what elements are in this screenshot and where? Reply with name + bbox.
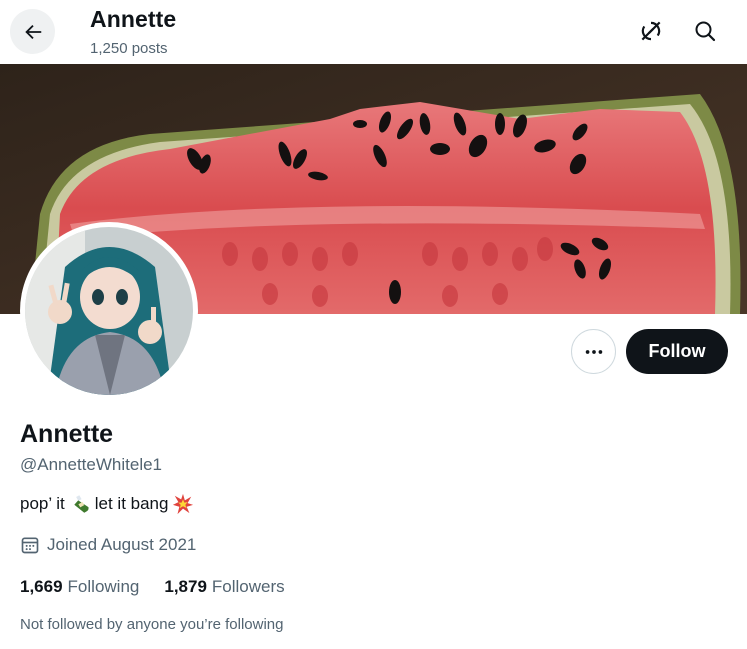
avatar-image [25,227,193,395]
follow-stats: 1,669 Following 1,879 Followers [20,577,285,597]
joined-date: Joined August 2021 [20,535,196,555]
following-count: 1,669 [20,577,63,596]
collision-icon [171,492,195,516]
more-button[interactable] [571,329,616,374]
following-link[interactable]: 1,669 Following [20,577,139,597]
grok-button[interactable] [634,14,668,48]
follow-button[interactable]: Follow [626,329,728,374]
following-label: Following [67,577,140,596]
followers-count: 1,879 [164,577,207,596]
arrow-left-icon [24,24,41,39]
followers-label: Followers [211,577,285,596]
posts-count: 1,250 posts [90,40,168,57]
calendar-icon [21,537,39,554]
page-title: Annette [90,6,177,32]
profile-display-name: Annette [20,420,114,448]
followers-link[interactable]: 1,879 Followers [164,577,284,597]
joined-text: Joined August 2021 [47,535,197,554]
more-dots-icon [585,349,602,354]
not-followed-notice: Not followed by anyone you’re following [20,616,284,633]
avatar[interactable] [20,222,198,400]
profile-handle: @AnnetteWhitele1 [20,455,163,474]
search-button[interactable] [688,14,722,48]
bio-text-2: let it bang [94,494,169,513]
grok-icon [641,21,661,41]
top-bar: Annette 1,250 posts [0,0,747,64]
champagne-icon [68,492,92,516]
back-button[interactable] [10,9,55,54]
search-icon [695,21,716,42]
bio-text-1: pop’ it [20,494,65,513]
profile-bio: pop’ it let it bang [20,492,195,516]
